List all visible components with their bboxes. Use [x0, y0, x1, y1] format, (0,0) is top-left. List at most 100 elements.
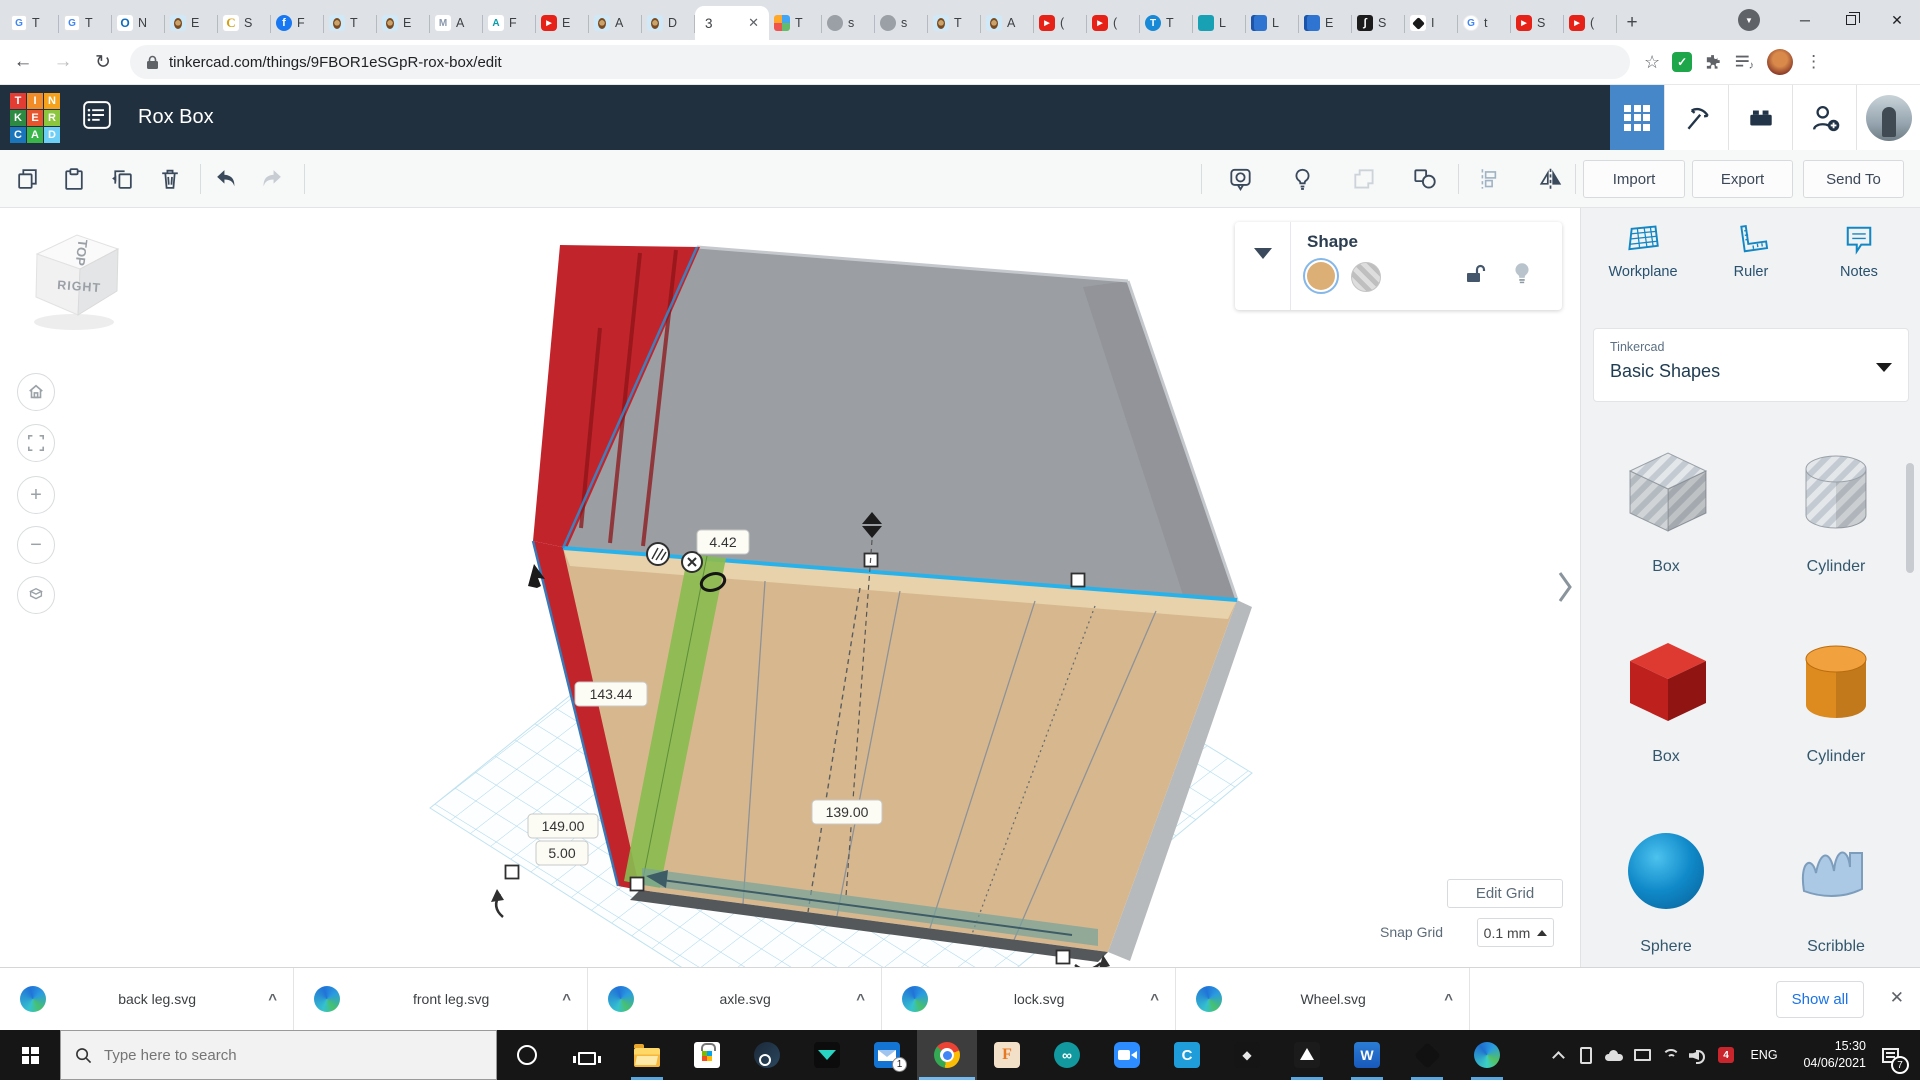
- tray-phone-icon[interactable]: [1572, 1030, 1600, 1080]
- taskbar-inkscape-icon[interactable]: [1397, 1030, 1457, 1080]
- download-item[interactable]: front leg.svg^: [294, 968, 588, 1030]
- edit-grid-button[interactable]: Edit Grid: [1447, 879, 1563, 908]
- tray-downloader-icon[interactable]: 4: [1712, 1030, 1740, 1080]
- taskbar-zoom-icon[interactable]: [1097, 1030, 1157, 1080]
- delete-button[interactable]: [156, 165, 184, 193]
- light-toggle-button[interactable]: [1288, 165, 1316, 193]
- browser-tab[interactable]: T: [769, 6, 822, 40]
- taskbar-edge-icon[interactable]: [1457, 1030, 1517, 1080]
- action-center-button[interactable]: 7: [1870, 1030, 1910, 1080]
- download-item[interactable]: lock.svg^: [882, 968, 1176, 1030]
- zoom-out-button[interactable]: −: [17, 526, 55, 564]
- language-indicator[interactable]: ENG: [1744, 1048, 1784, 1062]
- show-all-downloads-button[interactable]: Show all: [1776, 981, 1864, 1018]
- snap-grid-select[interactable]: 0.1 mm: [1477, 918, 1554, 947]
- share-invite-button[interactable]: [1792, 85, 1856, 150]
- home-view-button[interactable]: [17, 373, 55, 411]
- align-button[interactable]: [1476, 165, 1504, 193]
- download-chevron-icon[interactable]: ^: [268, 991, 277, 1008]
- browser-tab[interactable]: MA: [430, 6, 483, 40]
- send-to-button[interactable]: Send To: [1803, 160, 1904, 198]
- browser-tab[interactable]: E: [165, 6, 218, 40]
- taskbar-predator-icon[interactable]: [797, 1030, 857, 1080]
- browser-tab[interactable]: ▶S: [1511, 6, 1564, 40]
- browser-menu-icon[interactable]: ⋮: [1805, 52, 1822, 72]
- downloads-close-icon[interactable]: ✕: [1890, 988, 1904, 1008]
- paste-button[interactable]: [60, 165, 88, 193]
- download-chevron-icon[interactable]: ^: [1444, 991, 1453, 1008]
- taskbar-camtasia-icon[interactable]: C: [1157, 1030, 1217, 1080]
- tab-close-icon[interactable]: ✕: [748, 15, 759, 31]
- media-controls-icon[interactable]: ♪: [1735, 54, 1755, 70]
- taskbar-file-explorer-icon[interactable]: [617, 1030, 677, 1080]
- close-button[interactable]: ✕: [1874, 3, 1920, 37]
- shape-item-scribble-5[interactable]: Scribble: [1751, 793, 1920, 983]
- shape-item-box-0[interactable]: Box: [1581, 413, 1751, 603]
- browser-tab[interactable]: I: [1405, 6, 1458, 40]
- download-chevron-icon[interactable]: ^: [856, 991, 865, 1008]
- download-chevron-icon[interactable]: ^: [1150, 991, 1159, 1008]
- restore-button[interactable]: [1828, 3, 1874, 37]
- mirror-button[interactable]: [1536, 165, 1564, 193]
- browser-tab[interactable]: GT: [6, 6, 59, 40]
- taskbar-arduino-icon[interactable]: ∞: [1037, 1030, 1097, 1080]
- shapes-grid-button[interactable]: [1610, 85, 1664, 150]
- extensions-puzzle-icon[interactable]: [1704, 53, 1723, 72]
- browser-tab[interactable]: T: [324, 6, 377, 40]
- refresh-icon[interactable]: ↻: [86, 45, 120, 79]
- dim-height[interactable]: 143.44: [590, 686, 633, 702]
- sidebar-scrollbar[interactable]: [1906, 463, 1914, 573]
- fit-view-button[interactable]: [17, 424, 55, 462]
- redo-button[interactable]: [258, 165, 286, 193]
- tray-wifi-icon[interactable]: [1656, 1030, 1684, 1080]
- dim-depth[interactable]: 149.00: [542, 818, 585, 834]
- shape-item-cylinder-3[interactable]: Cylinder: [1751, 603, 1920, 793]
- browser-tab[interactable]: E: [377, 6, 430, 40]
- perspective-toggle-button[interactable]: [17, 576, 55, 614]
- browser-tab[interactable]: CS: [218, 6, 271, 40]
- browser-tab-active[interactable]: 3✕: [695, 6, 769, 40]
- browser-tab[interactable]: ▶(: [1034, 6, 1087, 40]
- bookmark-star-icon[interactable]: ☆: [1644, 52, 1660, 73]
- browser-tab[interactable]: GT: [59, 6, 112, 40]
- ruler-tool[interactable]: Ruler: [1701, 222, 1801, 280]
- taskbar-chrome-icon[interactable]: [917, 1030, 977, 1080]
- tray-chevron-up-icon[interactable]: [1544, 1030, 1572, 1080]
- browser-tab[interactable]: s: [875, 6, 928, 40]
- browser-tab[interactable]: ▶(: [1564, 6, 1617, 40]
- brick-export-button[interactable]: [1728, 85, 1792, 150]
- browser-tab[interactable]: ▶(: [1087, 6, 1140, 40]
- start-button[interactable]: [0, 1030, 60, 1080]
- notes-tool[interactable]: Notes: [1809, 222, 1909, 280]
- minecraft-export-button[interactable]: [1664, 85, 1728, 150]
- taskbar-cortana-icon[interactable]: [497, 1030, 557, 1080]
- browser-tab[interactable]: E: [1299, 6, 1352, 40]
- duplicate-button[interactable]: [108, 165, 136, 193]
- minimize-button[interactable]: ─: [1782, 3, 1828, 37]
- zoom-in-button[interactable]: +: [17, 476, 55, 514]
- adblock-extension-icon[interactable]: ✓: [1672, 52, 1692, 72]
- tinkercad-logo[interactable]: TINKERCAD: [10, 93, 60, 143]
- browser-tab[interactable]: T: [928, 6, 981, 40]
- solid-color-swatch[interactable]: [1303, 258, 1339, 294]
- taskbar-task-view-icon[interactable]: [557, 1030, 617, 1080]
- taskbar-mail-icon[interactable]: 1: [857, 1030, 917, 1080]
- sidebar-collapse-chevron[interactable]: [1554, 568, 1576, 611]
- back-icon[interactable]: ←: [6, 45, 40, 79]
- shape-item-sphere-4[interactable]: Sphere: [1581, 793, 1751, 983]
- url-input[interactable]: tinkercad.com/things/9FBOR1eSGpR-rox-box…: [130, 45, 1630, 79]
- panel-collapse-caret[interactable]: [1235, 222, 1291, 310]
- view-cube[interactable]: TOP RIGHT: [22, 222, 126, 339]
- dim-thickness[interactable]: 4.42: [709, 534, 736, 550]
- taskbar-fusion-360-icon[interactable]: F: [977, 1030, 1037, 1080]
- visibility-toggle[interactable]: [1509, 260, 1535, 291]
- browser-tab[interactable]: TT: [1140, 6, 1193, 40]
- hole-swatch[interactable]: [1351, 262, 1381, 292]
- browser-tab[interactable]: A: [981, 6, 1034, 40]
- tray-onedrive-icon[interactable]: [1600, 1030, 1628, 1080]
- new-tab-button[interactable]: +: [1617, 8, 1647, 38]
- browser-tab[interactable]: A: [589, 6, 642, 40]
- dim-base[interactable]: 5.00: [548, 845, 575, 861]
- 3d-viewport[interactable]: 4.42 143.44 149.00 5.00 139.00: [0, 208, 1580, 967]
- group-button[interactable]: [1350, 165, 1378, 193]
